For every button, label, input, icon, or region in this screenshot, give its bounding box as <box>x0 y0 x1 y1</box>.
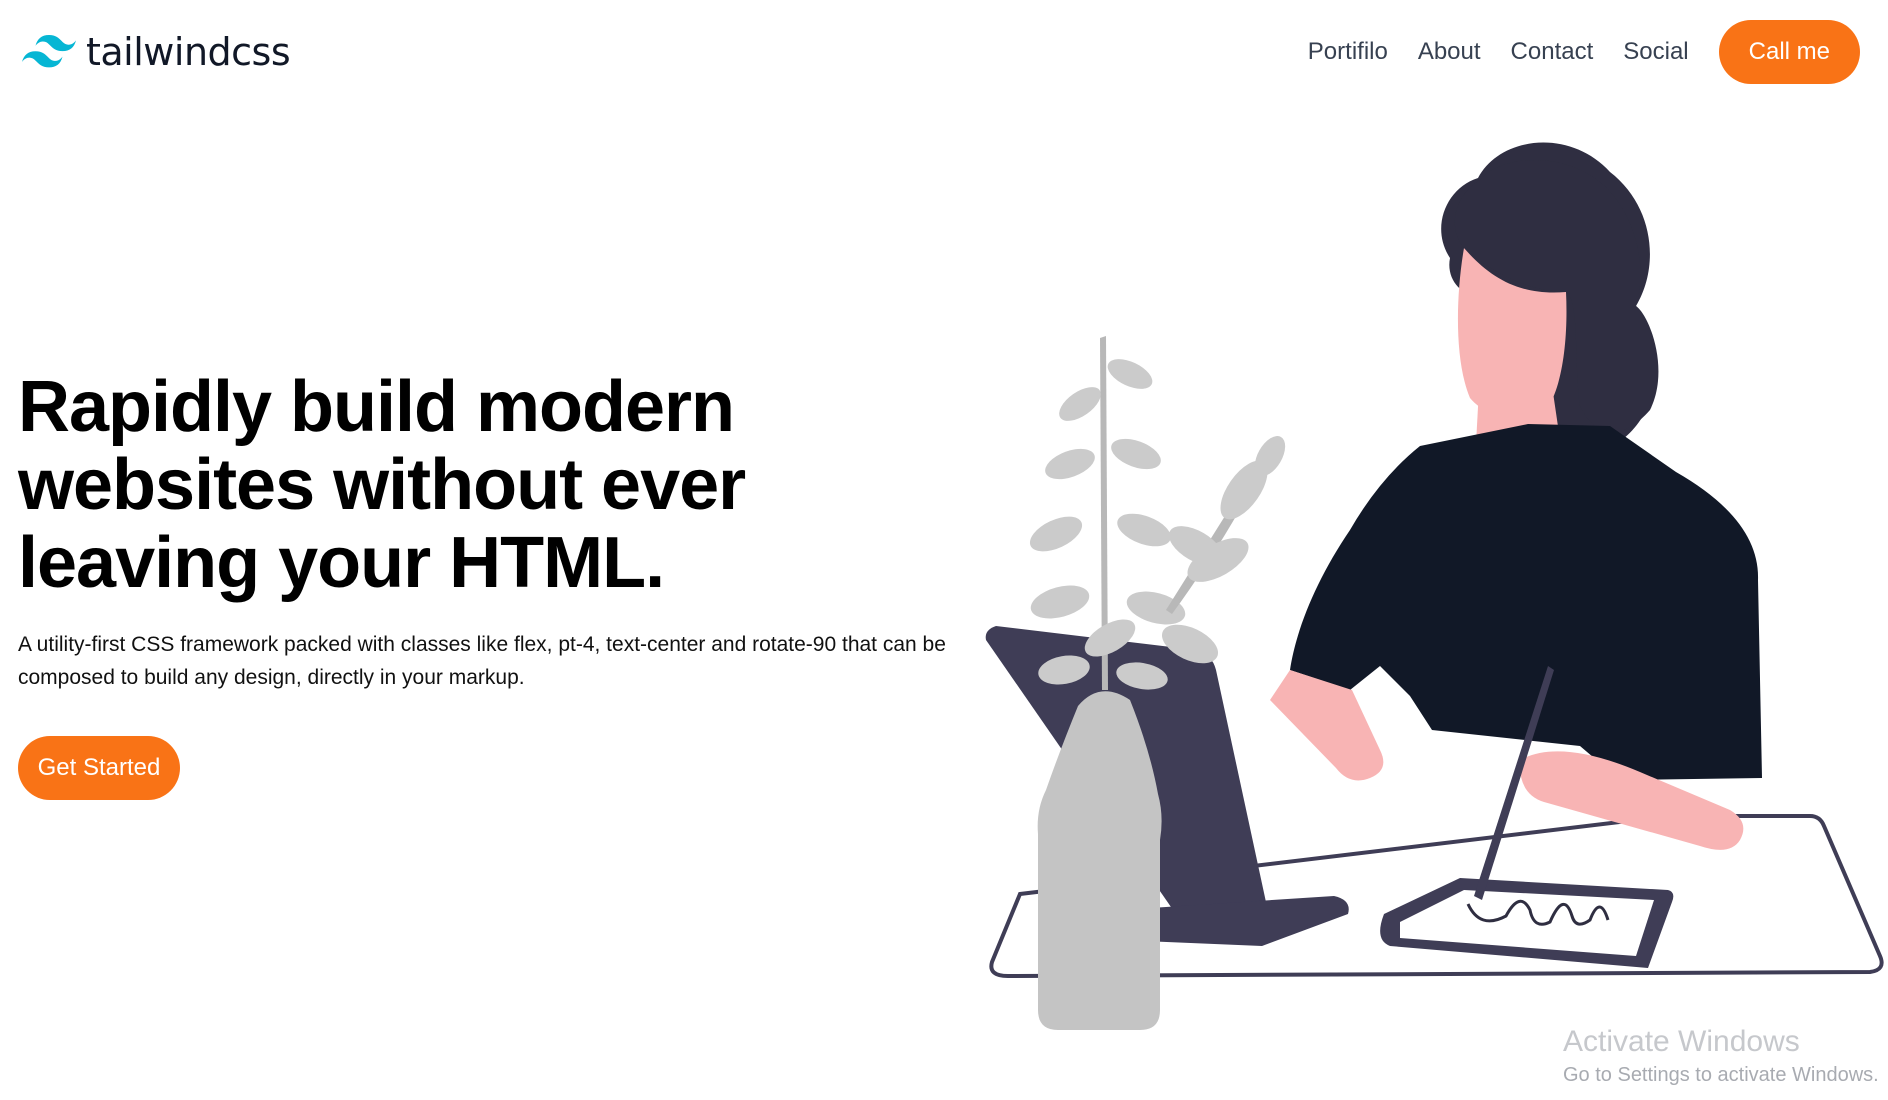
person-arm-left <box>1270 670 1384 781</box>
site-header: tailwindcss Portifilo About Contact Soci… <box>0 0 1888 110</box>
logo-text: tailwindcss <box>86 30 291 74</box>
vase <box>1037 691 1162 1030</box>
main-nav: Portifilo About Contact Social Call me <box>1308 20 1860 84</box>
call-me-button[interactable]: Call me <box>1718 20 1860 84</box>
hero-description: A utility-first CSS framework packed wit… <box>18 633 946 689</box>
tailwind-logo-icon <box>22 35 76 69</box>
nav-link-portfolio[interactable]: Portifilo <box>1308 20 1388 84</box>
nav-link-contact[interactable]: Contact <box>1511 20 1594 84</box>
activate-windows-watermark: Activate Windows Go to Settings to activ… <box>1563 1024 1879 1088</box>
nav-link-about[interactable]: About <box>1418 20 1481 84</box>
watermark-title: Activate Windows <box>1563 1025 1800 1058</box>
nav-link-social[interactable]: Social <box>1623 20 1688 84</box>
get-started-button[interactable]: Get Started <box>18 736 180 800</box>
hero-title: Rapidly build modern websites without ev… <box>18 367 746 603</box>
brand-logo[interactable]: tailwindcss <box>22 28 291 76</box>
hero-illustration <box>985 142 1884 1030</box>
watermark-subtitle: Go to Settings to activate Windows. <box>1563 1064 1879 1086</box>
